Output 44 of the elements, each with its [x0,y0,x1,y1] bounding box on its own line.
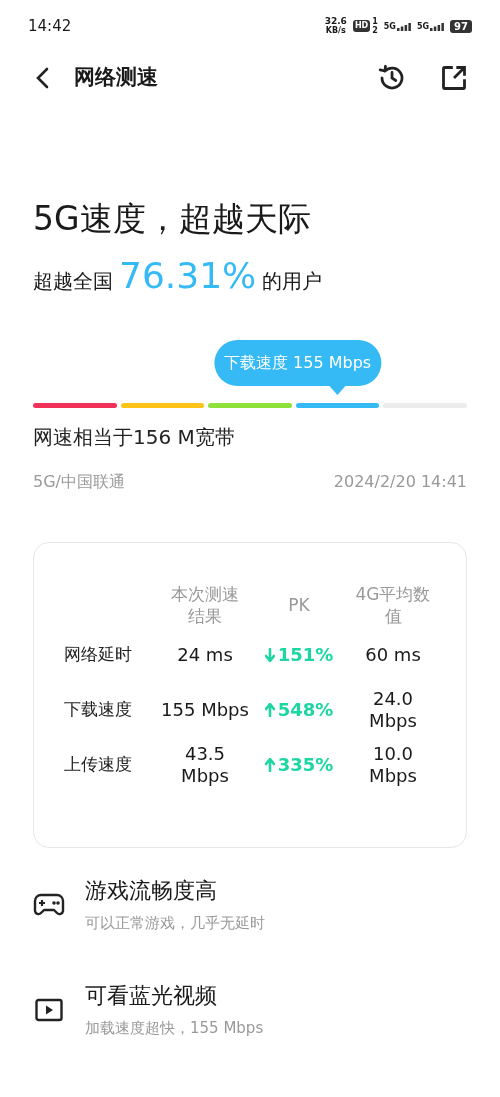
feature-title: 可看蓝光视频 [85,981,218,1010]
speed-tooltip: 下载速度 155 Mbps [214,340,382,386]
carrier-label: 5G/中国联通 [33,471,125,493]
arrow-up-icon [264,702,275,717]
battery-indicator: 97 [450,19,472,33]
column-header: PK [288,594,310,616]
column-header: 本次测速结果 [170,583,240,627]
rank-text: 的用户 [262,268,323,295]
table-cell-text: 10.0 Mbps [368,742,418,787]
play-icon [35,997,63,1022]
row-label: 网络延时 [63,642,133,666]
headline: 5G速度，超越天际 [32,199,312,239]
broadband-text: 网速相当于156 M宽带 [32,424,236,451]
row-label: 下载速度 [63,697,133,721]
test-timestamp: 2024/2/20 14:41 [333,471,467,493]
signal-icon [396,22,411,31]
table-cell-text: 43.5 Mbps [180,742,230,787]
table-cell: 60 ms [365,643,421,666]
signal-icon [430,22,445,31]
feature-title: 游戏流畅度高 [85,877,218,905]
row-label: 上传速度 [63,752,133,776]
table-cell: 24 ms [177,643,233,666]
sim-number: 1 [372,17,378,26]
page-title: 网络测速 [74,64,158,92]
column-header: 4G平均数值 [354,583,432,627]
feature-subtitle: 可以正常游戏，几乎无延时 [85,913,265,934]
status-time: 14:42 [28,15,72,37]
network-type: 5G [383,21,396,31]
sim-number: 2 [372,26,378,35]
table-cell-text: 24.0 Mbps [368,687,418,732]
rank-text: 超越全国 [33,268,113,295]
arrow-up-icon [264,757,275,772]
pk-percent: 335% [277,753,334,777]
table-cell: 155 Mbps [161,698,249,721]
network-type: 5G [416,21,430,31]
pk-percent: 548% [277,698,334,722]
arrow-down-icon [264,647,275,662]
network-speed: 32.6 [324,17,347,26]
pk-percent: 151% [277,643,334,667]
hd-badge: HD [352,20,371,32]
rank-percent: 76.31% [119,254,257,298]
network-speed-unit: KB/s [325,26,346,35]
feature-subtitle: 加载速度超快，155 Mbps [85,1017,264,1039]
gamepad-icon [33,893,65,918]
